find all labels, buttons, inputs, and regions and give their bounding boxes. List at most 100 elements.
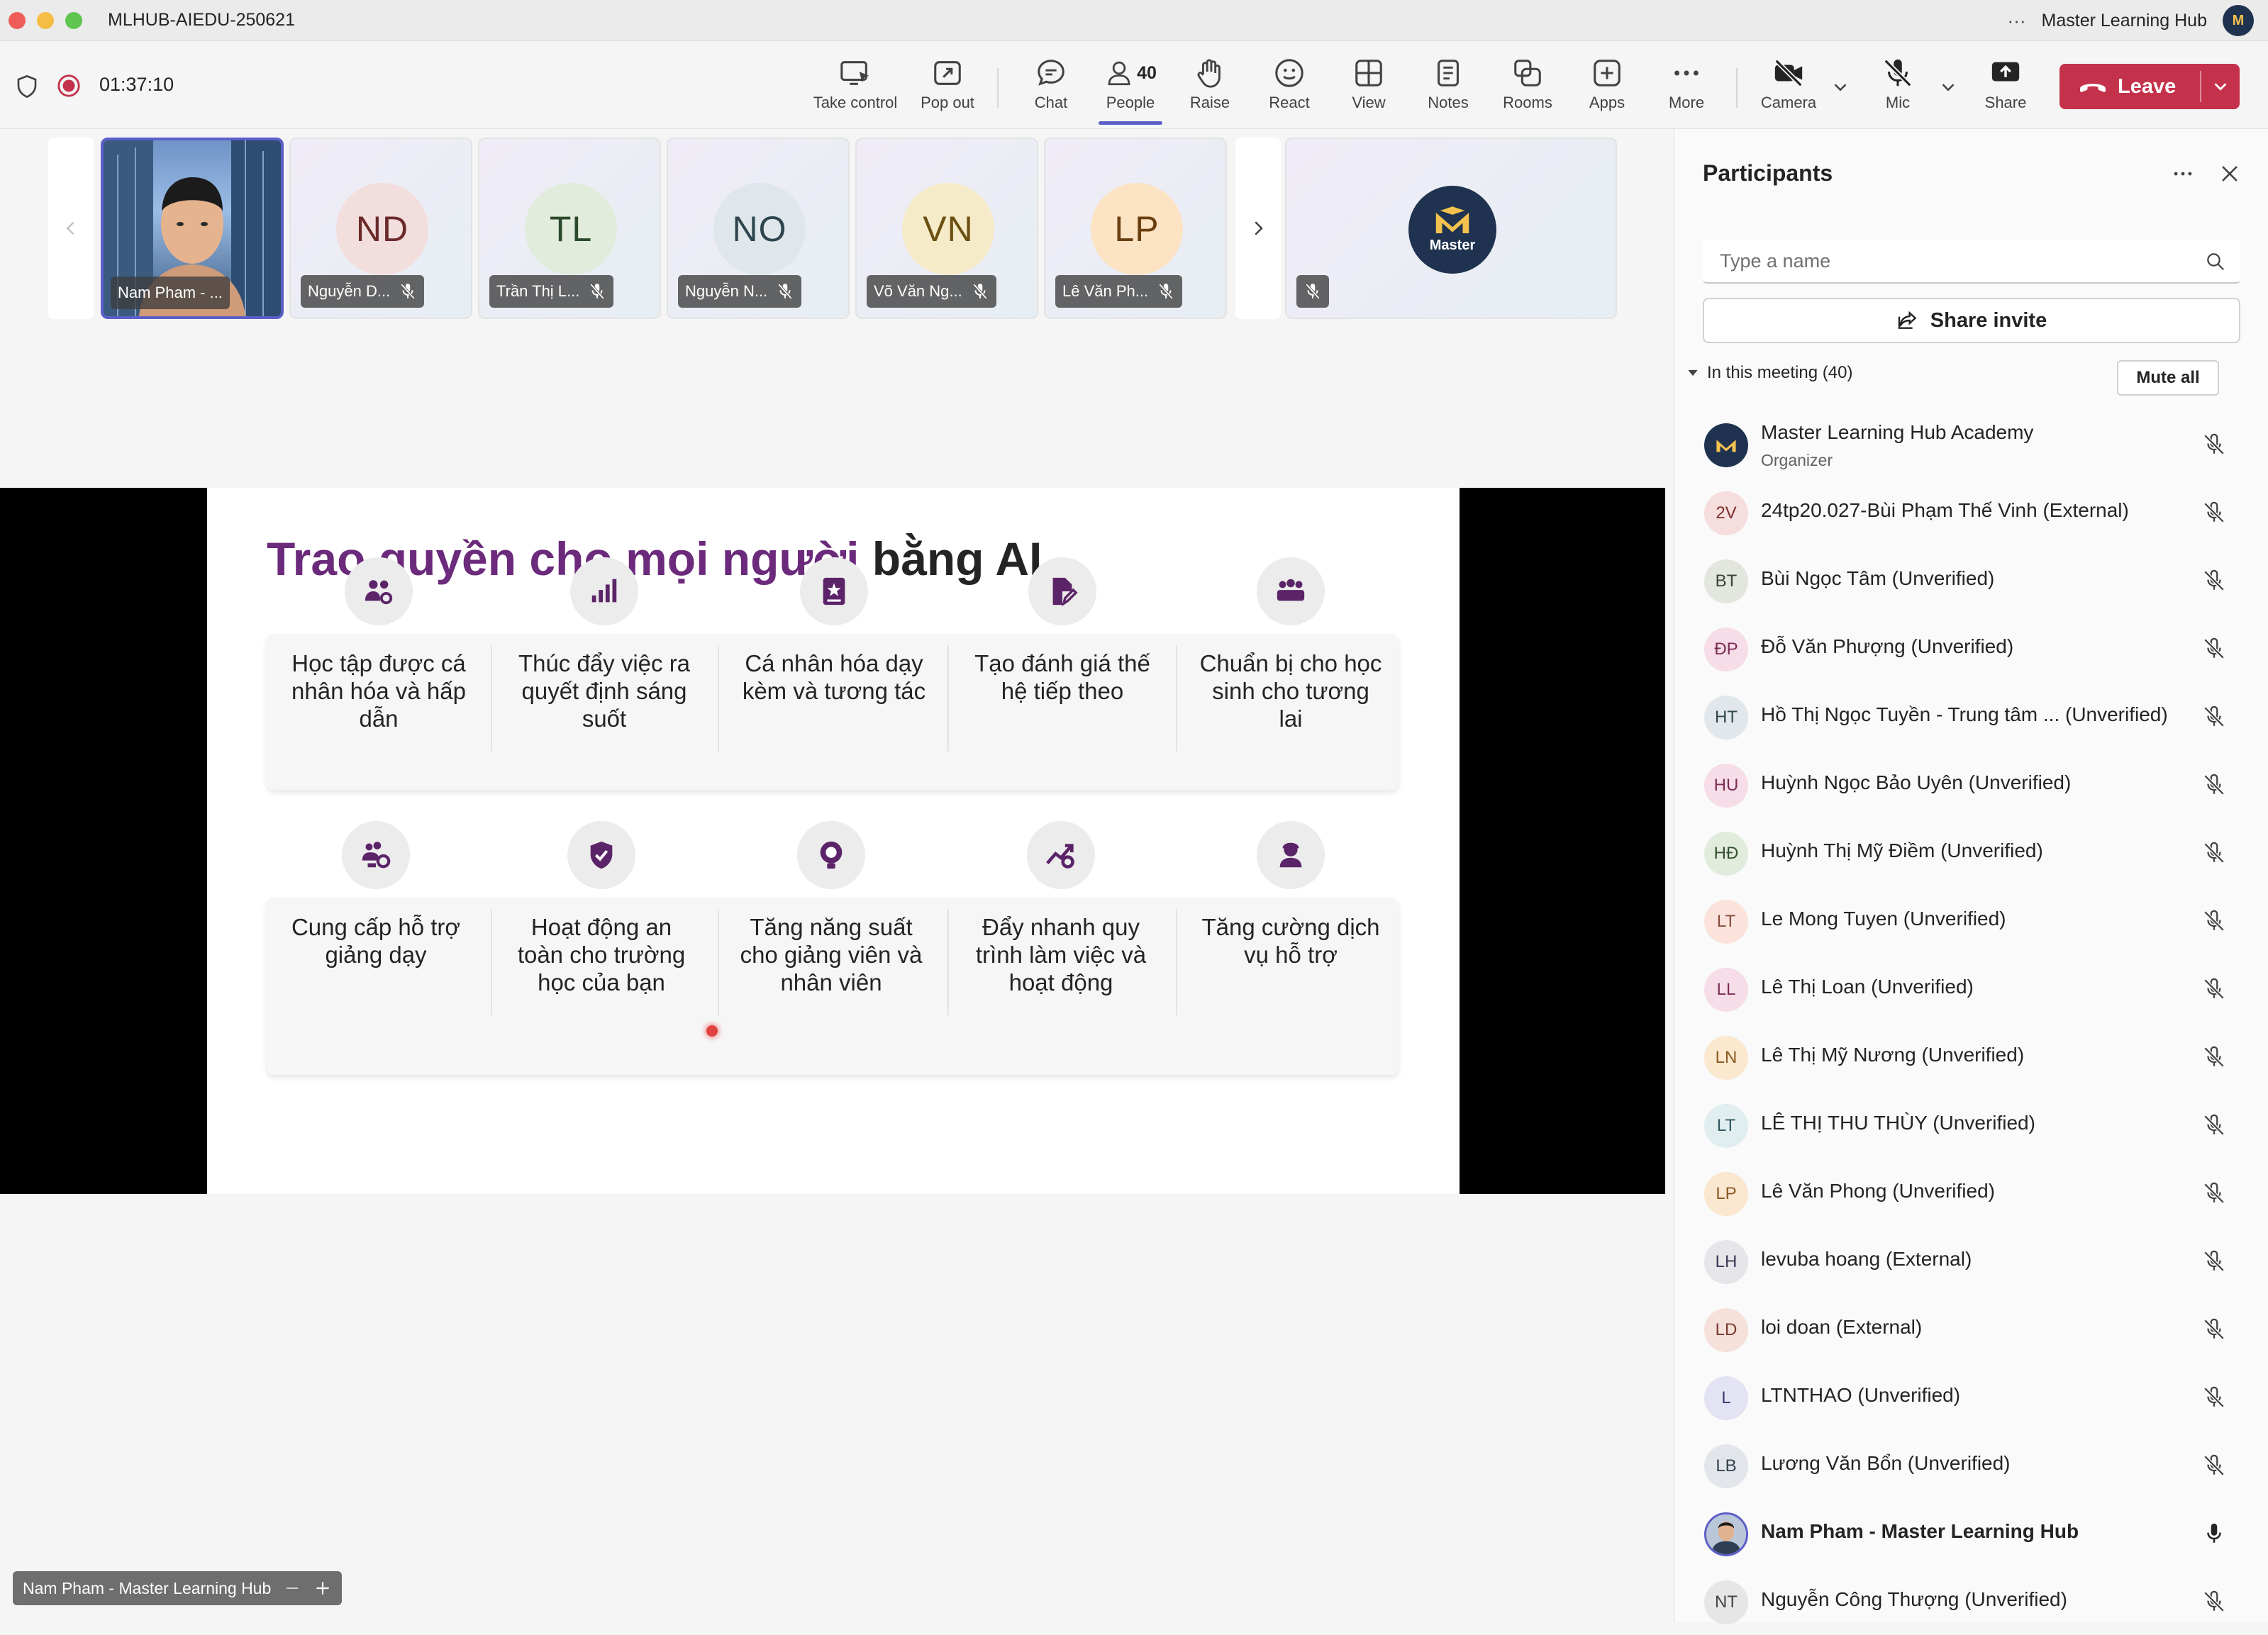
- participant-row[interactable]: BT Bùi Ngọc Tâm (Unverified): [1674, 546, 2268, 614]
- camera-label: Camera: [1760, 94, 1817, 111]
- feature-label: Hoạt động an toàn cho trường học của bạn: [517, 914, 686, 995]
- chat-icon: [1038, 60, 1064, 86]
- shield-icon[interactable]: [16, 74, 38, 99]
- participant-row[interactable]: NT Nguyễn Công Thượng (Unverified): [1674, 1567, 2268, 1635]
- participant-name-tag: Nguyễn N...: [678, 275, 802, 308]
- bar-chart-icon: [570, 557, 638, 625]
- mic-off-icon: [1306, 284, 1320, 299]
- participant-row[interactable]: L LTNTHAO (Unverified): [1674, 1363, 2268, 1431]
- feature-item: Học tập được cá nhân hóa và hấp dẫn: [265, 557, 492, 732]
- participant-name: Lê Văn Ph...: [1062, 282, 1149, 300]
- gallery-next-button[interactable]: [1235, 138, 1281, 319]
- notes-label: Notes: [1428, 94, 1469, 111]
- people-count: 40: [1137, 62, 1157, 83]
- leave-button[interactable]: Leave: [2059, 64, 2240, 109]
- participant-tile[interactable]: VN Võ Văn Ng...: [855, 138, 1038, 319]
- more-options-icon[interactable]: [2171, 162, 2195, 186]
- hang-up-icon: [2080, 84, 2106, 92]
- mic-off-icon: [2203, 1114, 2225, 1136]
- participant-search[interactable]: [1703, 240, 2240, 284]
- feature-item: Đẩy nhanh quy trình làm việc và hoạt độn…: [947, 821, 1174, 996]
- self-view-name: Nam Pham - Master Learning Hub: [23, 1578, 272, 1597]
- participant-row[interactable]: LT LÊ THỊ THU THÙY (Unverified): [1674, 1090, 2268, 1159]
- mic-off-icon: [1159, 284, 1174, 299]
- pop-out-button[interactable]: Pop out: [898, 57, 997, 121]
- participant-avatar: LB: [1704, 1444, 1748, 1488]
- participant-row[interactable]: LT Le Mong Tuyen (Unverified): [1674, 886, 2268, 954]
- rooms-label: Rooms: [1503, 94, 1552, 111]
- organizer-tile[interactable]: Master: [1285, 138, 1617, 319]
- participant-avatar: LH: [1704, 1240, 1748, 1284]
- participant-row[interactable]: LN Lê Thị Mỹ Nương (Unverified): [1674, 1022, 2268, 1090]
- gallery-prev-button[interactable]: [48, 138, 94, 319]
- close-icon[interactable]: [2218, 162, 2242, 186]
- participant-name: Huỳnh Thị Mỹ Điềm (Unverified): [1761, 839, 2043, 861]
- laser-pointer: [706, 1025, 718, 1037]
- mic-off-icon: [2203, 842, 2225, 864]
- close-window-button[interactable]: [9, 12, 26, 29]
- self-view-tag[interactable]: Nam Pham - Master Learning Hub: [13, 1571, 343, 1605]
- participant-row[interactable]: Nam Pham - Master Learning Hub: [1674, 1499, 2268, 1567]
- more-button[interactable]: More: [1637, 57, 1736, 121]
- participant-row[interactable]: HT Hồ Thị Ngọc Tuyền - Trung tâm ... (Unv…: [1674, 682, 2268, 750]
- minimize-icon[interactable]: [284, 1580, 301, 1597]
- participant-row[interactable]: ĐP Đỗ Văn Phượng (Unverified): [1674, 614, 2268, 682]
- participant-tile[interactable]: ND Nguyễn D...: [289, 138, 472, 319]
- leave-options-chevron-icon[interactable]: [2210, 76, 2231, 97]
- toolbar-divider: [997, 68, 999, 108]
- mute-all-button[interactable]: Mute all: [2117, 360, 2219, 396]
- participant-row[interactable]: LB Lương Văn Bổn (Unverified): [1674, 1431, 2268, 1499]
- camera-button[interactable]: Camera: [1739, 57, 1838, 121]
- expand-icon[interactable]: [313, 1579, 332, 1597]
- participant-name: LTNTHAO (Unverified): [1761, 1384, 1961, 1406]
- recording-icon: [57, 74, 80, 97]
- smiley-icon: [1275, 59, 1303, 87]
- camera-off-icon: [1774, 59, 1803, 87]
- feature-label: Tăng cường dịch vụ hỗ trợ: [1201, 914, 1380, 968]
- grid-view-icon: [1355, 60, 1382, 87]
- participant-tile[interactable]: TL Trần Thị L...: [478, 138, 661, 319]
- participant-avatar: HU: [1704, 764, 1748, 808]
- mic-button[interactable]: Mic: [1848, 57, 1947, 121]
- participant-row[interactable]: LH levuba hoang (External): [1674, 1227, 2268, 1295]
- participant-name: Nguyễn Công Thượng (Unverified): [1761, 1588, 2067, 1610]
- participant-row[interactable]: LP Lê Văn Phong (Unverified): [1674, 1159, 2268, 1227]
- panel-title: Participants: [1703, 160, 1833, 186]
- mic-label: Mic: [1885, 94, 1911, 111]
- participant-name: Trần Thị L...: [496, 282, 580, 300]
- org-avatar[interactable]: M: [2223, 5, 2254, 36]
- share-invite-button[interactable]: Share invite: [1703, 298, 2240, 343]
- leave-label: Leave: [2118, 74, 2177, 98]
- participants-panel: Participants Share invite In this meetin…: [1674, 129, 2268, 1624]
- participant-tile-video[interactable]: Nam Pham - ...: [101, 138, 284, 319]
- participant-row[interactable]: HU Huỳnh Ngọc Bảo Uyên (Unverified): [1674, 750, 2268, 818]
- participant-name: Võ Văn Ng...: [874, 282, 962, 300]
- participant-row[interactable]: Master Learning Hub Academy Organizer: [1674, 410, 2268, 478]
- share-icon: [1898, 311, 1917, 329]
- mic-off-icon: [2203, 774, 2225, 796]
- minimize-window-button[interactable]: [37, 12, 54, 29]
- trend-gear-icon: [1027, 821, 1095, 889]
- share-label: Share: [1984, 94, 2027, 111]
- meeting-timer: 01:37:10: [99, 74, 174, 95]
- presentation-slide: Trao quyền cho mọi người bằng AI Học tập…: [207, 488, 1460, 1194]
- participant-name: levuba hoang (External): [1761, 1248, 1972, 1270]
- participant-avatar: HT: [1704, 696, 1748, 740]
- participant-tile[interactable]: LP Lê Văn Ph...: [1044, 138, 1227, 319]
- book-star-icon: [800, 557, 868, 625]
- take-control-button[interactable]: Take control: [806, 57, 905, 121]
- participant-row[interactable]: 2V 24tp20.027-Bùi Phạm Thế Vinh (External…: [1674, 478, 2268, 546]
- participant-name: LÊ THỊ THU THÙY (Unverified): [1761, 1112, 2035, 1134]
- search-input[interactable]: [1720, 250, 2174, 272]
- participant-row[interactable]: LL Lê Thị Loan (Unverified): [1674, 954, 2268, 1022]
- participant-tile[interactable]: NO Nguyễn N...: [667, 138, 850, 319]
- share-button[interactable]: Share: [1956, 57, 2055, 121]
- participant-row[interactable]: HĐ Huỳnh Thị Mỹ Điềm (Unverified): [1674, 818, 2268, 886]
- zoom-window-button[interactable]: [65, 12, 82, 29]
- more-dots-icon: [1674, 70, 1699, 76]
- hand-icon: [1197, 59, 1221, 88]
- more-options-icon[interactable]: ···: [2008, 10, 2026, 32]
- participant-row[interactable]: LD loi doan (External): [1674, 1295, 2268, 1363]
- in-meeting-section-toggle[interactable]: In this meeting (40): [1686, 363, 1852, 383]
- participant-name: Hồ Thị Ngọc Tuyền - Trung tâm ... (Unver…: [1761, 703, 2168, 725]
